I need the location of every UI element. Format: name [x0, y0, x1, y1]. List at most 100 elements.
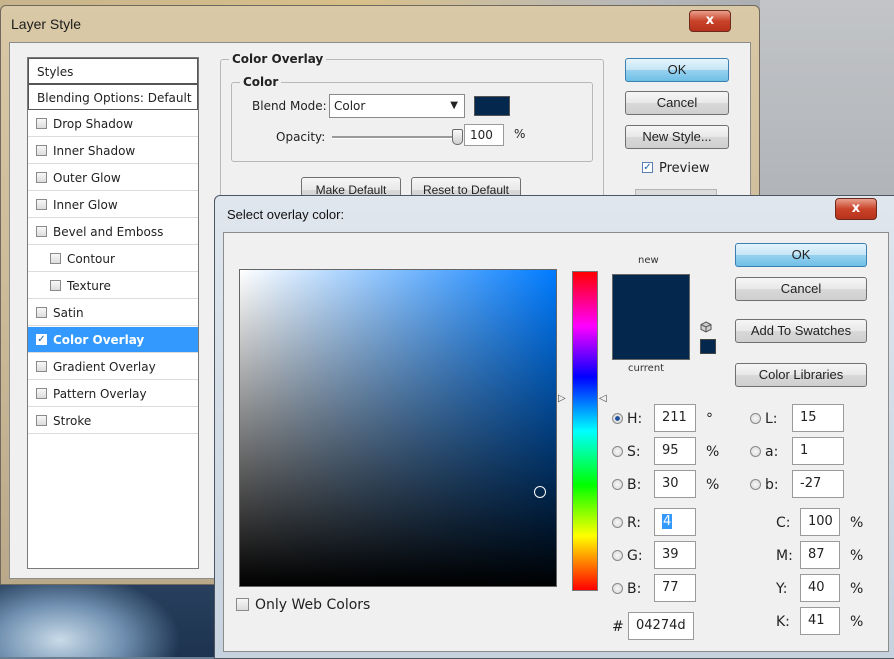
style-item-bevel-and-emboss[interactable]: Bevel and Emboss	[28, 219, 198, 245]
hsb-h-input[interactable]: 211	[654, 404, 696, 432]
styles-list: Styles Blending Options: Default Drop Shad…	[27, 57, 199, 569]
cmyk-k-input[interactable]: 41	[800, 607, 840, 635]
hue-slider-right-arrow-icon[interactable]: ◁	[599, 393, 607, 404]
close-icon: x	[705, 13, 715, 28]
rgb-b-radio[interactable]	[612, 582, 623, 594]
checkbox-icon[interactable]	[36, 388, 47, 399]
rgb-r-input[interactable]: 4	[654, 508, 696, 536]
style-item-texture[interactable]: Texture	[28, 273, 198, 299]
hue-slider[interactable]	[572, 271, 598, 591]
color-field-marker[interactable]	[534, 486, 546, 498]
checkbox-icon[interactable]	[36, 199, 47, 210]
checkmark-icon[interactable]: ✓	[36, 334, 47, 345]
cmyk-k-value: 41	[808, 613, 825, 628]
preview-label: Preview	[659, 161, 710, 176]
style-item-stroke[interactable]: Stroke	[28, 408, 198, 434]
style-item-blending-options-default[interactable]: Blending Options: Default	[28, 84, 198, 110]
style-item-label: Drop Shadow	[53, 117, 134, 131]
hex-input[interactable]: 04274d	[628, 612, 694, 640]
checkbox-icon[interactable]	[36, 145, 47, 156]
style-item-drop-shadow[interactable]: Drop Shadow	[28, 111, 198, 137]
add-to-swatches-button[interactable]: Add To Swatches	[735, 319, 867, 343]
lab-b-radio[interactable]	[750, 478, 761, 490]
checkbox-icon[interactable]	[36, 415, 47, 426]
hsb-b-label: B:	[627, 477, 642, 493]
style-item-label: Pattern Overlay	[53, 387, 147, 401]
lab-a-row: a:	[750, 444, 778, 460]
hsb-b-unit: %	[706, 477, 720, 493]
style-item-outer-glow[interactable]: Outer Glow	[28, 165, 198, 191]
checkbox-icon[interactable]	[36, 307, 47, 318]
color-libraries-button[interactable]: Color Libraries	[735, 363, 867, 387]
rgb-g-radio[interactable]	[612, 549, 623, 561]
lab-l-input[interactable]: 15	[792, 404, 844, 432]
checkbox-icon[interactable]	[36, 172, 47, 183]
style-item-styles[interactable]: Styles	[28, 58, 198, 84]
lab-l-radio[interactable]	[750, 412, 761, 424]
cmyk-c-input[interactable]: 100	[800, 508, 840, 536]
hsb-b-radio[interactable]	[612, 478, 623, 490]
cmyk-c-value: 100	[808, 514, 833, 529]
preview-checkbox[interactable]: ✓ Preview	[642, 161, 710, 176]
cmyk-m-input[interactable]: 87	[800, 541, 840, 569]
blend-mode-value: Color	[334, 99, 366, 113]
style-item-inner-glow[interactable]: Inner Glow	[28, 192, 198, 218]
checkbox-icon[interactable]	[50, 253, 61, 264]
lab-b-input[interactable]: -27	[792, 470, 844, 498]
only-web-colors-checkbox[interactable]: Only Web Colors	[236, 597, 370, 613]
layer-style-title: Layer Style	[11, 16, 82, 32]
style-item-label: Stroke	[53, 414, 92, 428]
style-item-label: Inner Shadow	[53, 144, 136, 158]
opacity-slider-track[interactable]	[332, 136, 457, 139]
color-picker-ok-button[interactable]: OK	[735, 243, 867, 267]
overlay-color-swatch[interactable]	[474, 96, 510, 116]
cmyk-c-label: C:	[776, 515, 791, 531]
lab-a-input[interactable]: 1	[792, 437, 844, 465]
layer-style-close-button[interactable]: x	[689, 10, 731, 32]
hsb-h-label: H:	[627, 411, 643, 427]
checkbox-icon[interactable]	[36, 226, 47, 237]
color-preview	[612, 274, 690, 360]
web-safe-color-swatch[interactable]	[700, 339, 716, 354]
checkbox-icon[interactable]	[36, 361, 47, 372]
lab-a-value: 1	[800, 443, 809, 458]
checkbox-icon[interactable]	[36, 118, 47, 129]
hsb-s-label: S:	[627, 444, 641, 460]
style-item-label: Satin	[53, 306, 84, 320]
cmyk-m-unit: %	[850, 548, 864, 564]
rgb-b-input[interactable]: 77	[654, 574, 696, 602]
opacity-slider-thumb[interactable]	[452, 129, 463, 145]
current-color-swatch[interactable]	[613, 317, 689, 359]
rgb-g-input[interactable]: 39	[654, 541, 696, 569]
style-item-inner-shadow[interactable]: Inner Shadow	[28, 138, 198, 164]
rgb-r-radio[interactable]	[612, 516, 623, 528]
new-style-button[interactable]: New Style...	[625, 125, 729, 149]
lab-a-radio[interactable]	[750, 445, 761, 457]
hsb-h-radio[interactable]	[612, 412, 623, 424]
style-item-label: Inner Glow	[53, 198, 118, 212]
style-item-satin[interactable]: Satin	[28, 300, 198, 326]
cmyk-m-value: 87	[808, 547, 825, 562]
hsb-s-input[interactable]: 95	[654, 437, 696, 465]
style-item-color-overlay[interactable]: ✓ Color Overlay	[28, 327, 198, 353]
color-picker-window: Select overlay color: x ▷ ◁ new current …	[214, 195, 894, 659]
style-item-pattern-overlay[interactable]: Pattern Overlay	[28, 381, 198, 407]
style-item-label: Outer Glow	[53, 171, 121, 185]
ok-button[interactable]: OK	[625, 58, 729, 82]
cmyk-y-input[interactable]: 40	[800, 574, 840, 602]
blend-mode-select[interactable]: Color ▼	[329, 94, 465, 118]
saturation-brightness-field[interactable]	[239, 269, 557, 587]
cmyk-y-value: 40	[808, 580, 825, 595]
color-picker-cancel-button[interactable]: Cancel	[735, 277, 867, 301]
hue-slider-left-arrow-icon[interactable]: ▷	[558, 393, 566, 404]
cancel-button[interactable]: Cancel	[625, 91, 729, 115]
checkbox-icon[interactable]	[50, 280, 61, 291]
color-picker-close-button[interactable]: x	[835, 198, 877, 220]
cmyk-k-unit: %	[850, 614, 864, 630]
hsb-b-input[interactable]: 30	[654, 470, 696, 498]
opacity-input[interactable]: 100	[464, 124, 504, 146]
style-item-gradient-overlay[interactable]: Gradient Overlay	[28, 354, 198, 380]
style-item-contour[interactable]: Contour	[28, 246, 198, 272]
hsb-s-radio[interactable]	[612, 445, 623, 457]
out-of-gamut-cube-icon[interactable]	[700, 321, 712, 333]
